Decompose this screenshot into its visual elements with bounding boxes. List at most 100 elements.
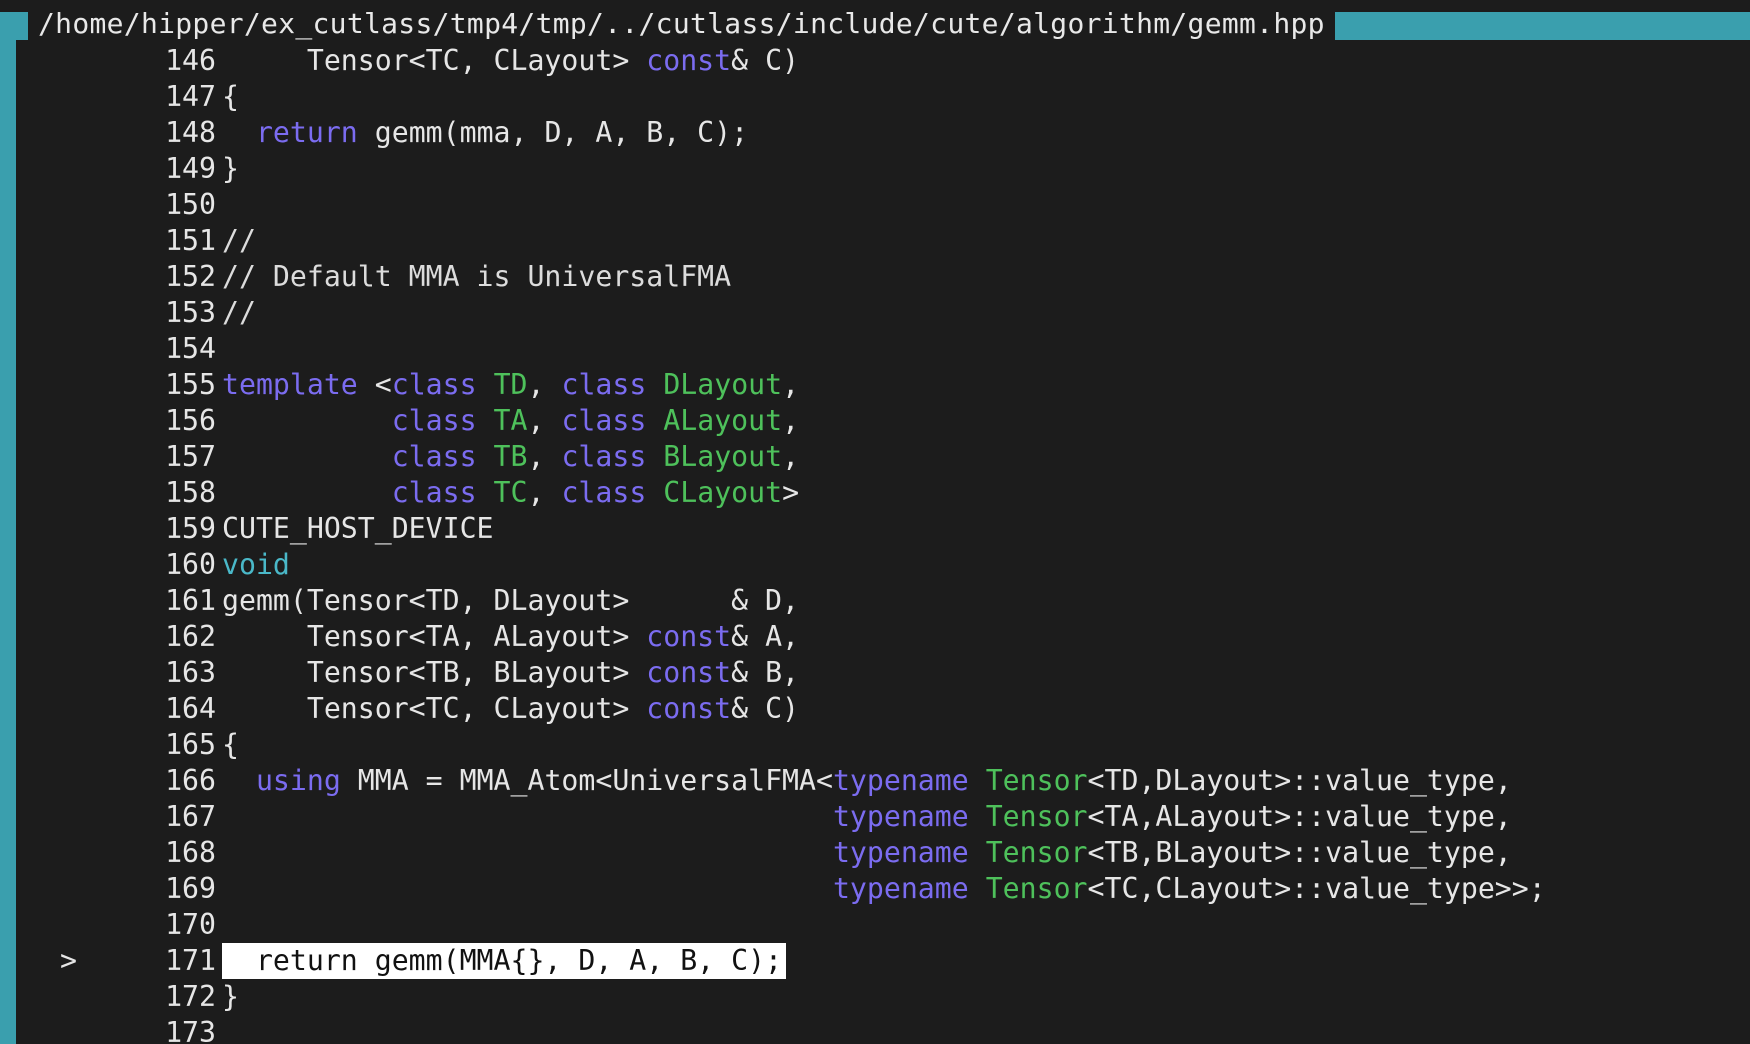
code-token: Tensor — [985, 836, 1088, 869]
source-text: Tensor<TC, CLayout> const& C) — [222, 691, 799, 727]
code-line[interactable]: 170 — [26, 907, 1750, 943]
code-line[interactable]: 161 gemm(Tensor<TD, DLayout> & D, — [26, 583, 1750, 619]
line-number: 161 — [165, 584, 216, 617]
code-token: TB — [493, 440, 528, 473]
line-number: 168 — [165, 836, 216, 869]
code-line[interactable]: 163 Tensor<TB, BLayout> const& B, — [26, 655, 1750, 691]
code-token: { — [222, 728, 239, 761]
source-code-pane[interactable]: 146 Tensor<TC, CLayout> const& C) 147{148… — [26, 43, 1750, 1044]
line-number: 166 — [165, 764, 216, 797]
code-line[interactable]: 173 — [26, 1015, 1750, 1044]
code-line[interactable]: 150 — [26, 187, 1750, 223]
code-token: TD — [493, 368, 528, 401]
code-token: Tensor<TC, CLayout> — [222, 44, 647, 77]
code-token: > — [782, 476, 800, 509]
code-line[interactable]: 165{ — [26, 727, 1750, 763]
code-token: gemm(mma, D, A, B, C); — [357, 116, 749, 149]
code-line[interactable]: 164 Tensor<TC, CLayout> const& C) — [26, 691, 1750, 727]
code-line[interactable]: 151// — [26, 223, 1750, 259]
code-line[interactable]: 167 typename Tensor<TA,ALayout>::value_t… — [26, 799, 1750, 835]
code-line[interactable]: 153// — [26, 295, 1750, 331]
code-token: return — [255, 116, 358, 149]
line-number: 154 — [165, 332, 216, 365]
line-number: 150 — [165, 188, 216, 221]
line-number: 165 — [165, 728, 216, 761]
source-text: typename Tensor<TC,CLayout>::value_type>… — [222, 871, 1546, 907]
source-text: // — [222, 295, 256, 331]
code-token: gemm(Tensor<TD, DLayout> & D, — [222, 584, 799, 617]
code-token: class — [391, 404, 477, 437]
code-token: Tensor — [985, 800, 1088, 833]
code-token: & B, — [731, 656, 800, 689]
code-line[interactable]: 156 class TA, class ALayout, — [26, 403, 1750, 439]
source-text: gemm(Tensor<TD, DLayout> & D, — [222, 583, 799, 619]
code-token: class — [561, 368, 647, 401]
line-number: 151 — [165, 224, 216, 257]
code-line[interactable]: 146 Tensor<TC, CLayout> const& C) — [26, 43, 1750, 79]
code-token: // — [222, 296, 256, 329]
line-number: 158 — [165, 476, 216, 509]
code-token: void — [222, 548, 290, 581]
code-token: class — [391, 476, 477, 509]
line-number: 167 — [165, 800, 216, 833]
code-token: <TB,BLayout>::value_type, — [1087, 836, 1512, 869]
line-number: 156 — [165, 404, 216, 437]
code-token: , — [527, 476, 562, 509]
source-text: } — [222, 979, 239, 1015]
code-token: & C) — [731, 692, 800, 725]
code-token: <TA,ALayout>::value_type, — [1087, 800, 1512, 833]
line-number: 162 — [165, 620, 216, 653]
code-token: const — [646, 44, 732, 77]
code-token: const — [646, 692, 732, 725]
code-token: const — [646, 656, 732, 689]
code-line[interactable]: 159 CUTE_HOST_DEVICE — [26, 511, 1750, 547]
code-line[interactable]: 147{ — [26, 79, 1750, 115]
code-token: { — [222, 80, 239, 113]
code-line[interactable]: 169 typename Tensor<TC,CLayout>::value_t… — [26, 871, 1750, 907]
source-text: { — [222, 79, 239, 115]
code-line[interactable]: 157 class TB, class BLayout, — [26, 439, 1750, 475]
code-token: ALayout — [663, 404, 783, 437]
code-token: typename — [832, 764, 969, 797]
source-text: template <class TD, class DLayout, — [222, 367, 799, 403]
code-line[interactable]: 160 void — [26, 547, 1750, 583]
source-text: } — [222, 151, 239, 187]
code-line[interactable]: 155 template <class TD, class DLayout, — [26, 367, 1750, 403]
code-line[interactable]: 158 class TC, class CLayout> — [26, 475, 1750, 511]
source-text: class TB, class BLayout, — [222, 439, 799, 475]
source-text: Tensor<TB, BLayout> const& B, — [222, 655, 799, 691]
code-line[interactable]: 166 using MMA = MMA_Atom<UniversalFMA<ty… — [26, 763, 1750, 799]
current-source-line: return gemm(MMA{}, D, A, B, C); — [222, 943, 787, 979]
source-text: using MMA = MMA_Atom<UniversalFMA<typena… — [222, 763, 1512, 799]
line-number: 152 — [165, 260, 216, 293]
code-token: CUTE_HOST_DEVICE — [222, 512, 494, 545]
code-token: // Default MMA is UniversalFMA — [222, 260, 732, 293]
line-number: 169 — [165, 872, 216, 905]
code-line[interactable]: 149} — [26, 151, 1750, 187]
code-token: Tensor — [985, 872, 1088, 905]
code-line[interactable]: 162 Tensor<TA, ALayout> const& A, — [26, 619, 1750, 655]
line-number: 164 — [165, 692, 216, 725]
code-line[interactable]: 154 — [26, 331, 1750, 367]
source-text: class TA, class ALayout, — [222, 403, 799, 439]
code-line[interactable]: 172} — [26, 979, 1750, 1015]
code-line[interactable]: >171 return gemm(MMA{}, D, A, B, C); — [26, 943, 1750, 979]
code-line[interactable]: 152// Default MMA is UniversalFMA — [26, 259, 1750, 295]
code-token: & A, — [731, 620, 800, 653]
source-text: { — [222, 727, 239, 763]
code-line[interactable]: 168 typename Tensor<TB,BLayout>::value_t… — [26, 835, 1750, 871]
code-line[interactable]: 148 return gemm(mma, D, A, B, C); — [26, 115, 1750, 151]
code-token: BLayout — [663, 440, 783, 473]
line-number: 146 — [165, 44, 216, 77]
source-text: typename Tensor<TA,ALayout>::value_type, — [222, 799, 1512, 835]
code-token: TC — [493, 476, 528, 509]
